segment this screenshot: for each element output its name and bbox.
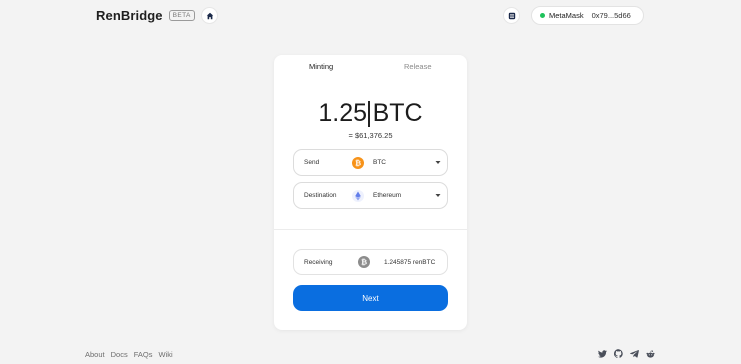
amount-input[interactable]: 1.25 BTC xyxy=(274,99,467,128)
send-asset-select[interactable]: Send ₿ BTC xyxy=(293,149,448,176)
receiving-label: Receiving xyxy=(304,259,333,266)
footer-link-faqs[interactable]: FAQs xyxy=(134,350,153,359)
home-button[interactable] xyxy=(201,7,218,24)
logo-text: RenBridge xyxy=(96,8,163,23)
text-caret xyxy=(368,100,370,127)
wallet-button[interactable]: MetaMask 0x79...5d66 xyxy=(531,6,644,25)
chevron-down-icon xyxy=(435,161,441,164)
tab-release[interactable]: Release xyxy=(404,62,432,71)
fiat-equivalent: = $61,376.25 xyxy=(348,131,393,140)
twitter-icon[interactable] xyxy=(598,349,607,358)
list-icon xyxy=(508,12,515,19)
svg-text:₿: ₿ xyxy=(361,258,367,267)
destination-chain-value: Ethereum xyxy=(373,192,402,199)
send-asset-value: BTC xyxy=(373,159,386,166)
footer-link-docs[interactable]: Docs xyxy=(111,350,128,359)
reddit-icon[interactable] xyxy=(646,350,655,358)
wallet-address: 0x79...5d66 xyxy=(591,11,631,20)
wallet-name: MetaMask xyxy=(549,11,584,20)
transactions-button[interactable] xyxy=(503,7,520,24)
tab-minting[interactable]: Minting xyxy=(309,62,333,71)
amount-value: 1.25 xyxy=(318,99,368,127)
tab-bar: Minting Release xyxy=(274,55,467,79)
divider xyxy=(274,229,467,230)
destination-chain-select[interactable]: Destination Ethereum xyxy=(293,182,448,209)
github-icon[interactable] xyxy=(614,349,623,358)
social-links xyxy=(598,349,655,358)
mint-card: Minting Release 1.25 BTC = $61,376.25 Se… xyxy=(274,55,467,330)
footer-link-wiki[interactable]: Wiki xyxy=(158,350,172,359)
amount-currency: BTC xyxy=(372,99,423,127)
bitcoin-icon: ₿ xyxy=(352,157,364,169)
home-icon xyxy=(206,12,213,19)
svg-text:₿: ₿ xyxy=(355,159,361,168)
footer-link-about[interactable]: About xyxy=(85,350,105,359)
destination-label: Destination xyxy=(304,192,337,199)
logo[interactable]: RenBridge BETA xyxy=(96,8,195,23)
receiving-value: 1.245875 renBTC xyxy=(384,259,436,266)
telegram-icon[interactable] xyxy=(630,349,639,358)
receiving-field: Receiving ₿ 1.245875 renBTC xyxy=(293,249,448,275)
renbtc-icon: ₿ xyxy=(358,256,370,268)
beta-badge: BETA xyxy=(168,10,195,21)
footer-links: About Docs FAQs Wiki xyxy=(85,350,173,359)
ethereum-icon xyxy=(352,190,364,202)
chevron-down-icon xyxy=(435,194,441,197)
wallet-status-icon xyxy=(540,13,545,18)
send-label: Send xyxy=(304,159,320,166)
next-button[interactable]: Next xyxy=(293,285,448,311)
